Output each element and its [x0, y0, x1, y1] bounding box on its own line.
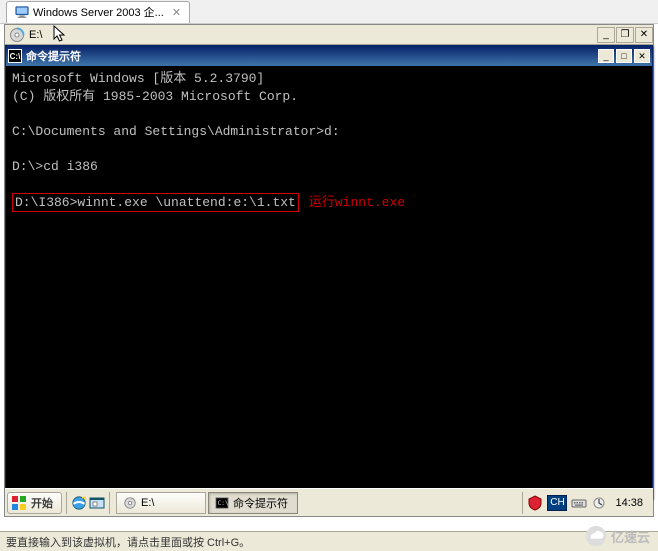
ie-icon[interactable]: [71, 495, 87, 511]
cmd-body[interactable]: Microsoft Windows [版本 5.2.3790] (C) 版权所有…: [6, 66, 652, 216]
monitor-icon: [15, 5, 29, 19]
task-cmd[interactable]: C:\ 命令提示符: [208, 492, 298, 514]
cmd-line: (C) 版权所有 1985-2003 Microsoft Corp.: [12, 89, 298, 104]
cmd-prompt: D:\I386>: [15, 195, 77, 210]
task-label: 命令提示符: [233, 495, 288, 511]
windows-logo-icon: [11, 495, 27, 511]
status-bar: 要直接输入到该虚拟机，请点击里面或按 Ctrl+G。: [0, 531, 658, 551]
close-button-back[interactable]: ✕: [635, 27, 653, 43]
task-explorer[interactable]: E:\: [116, 492, 206, 514]
restore-button-back[interactable]: ❐: [616, 27, 634, 43]
cmd-text: winnt.exe \unattend:e:\1.txt: [77, 195, 295, 210]
cmd-icon: C:\: [215, 496, 229, 510]
drive-icon: [123, 496, 137, 510]
show-desktop-icon[interactable]: [89, 495, 105, 511]
highlighted-command: D:\I386>winnt.exe \unattend:e:\1.txt: [12, 193, 299, 213]
cmd-line: Microsoft Windows [版本 5.2.3790]: [12, 71, 264, 86]
vm-tab-label: Windows Server 2003 企...: [33, 4, 164, 20]
minimize-button-back[interactable]: _: [597, 27, 615, 43]
system-tray: CH 14:38: [522, 492, 651, 514]
status-text: 要直接输入到该虚拟机，请点击里面或按 Ctrl+G。: [6, 534, 250, 550]
clock[interactable]: 14:38: [611, 497, 647, 509]
address-strip: E:\ _ ❐ ✕: [5, 25, 653, 45]
cmd-title: 命令提示符: [26, 48, 81, 64]
start-label: 开始: [31, 495, 53, 511]
cmd-icon: C:\: [8, 49, 22, 63]
cmd-titlebar[interactable]: C:\ 命令提示符 _ □ ✕: [6, 46, 652, 66]
window-controls-back: _ ❐ ✕: [596, 27, 653, 43]
drive-icon: [9, 27, 25, 43]
svg-text:C:\: C:\: [218, 499, 229, 506]
task-label: E:\: [141, 497, 154, 509]
start-button[interactable]: 开始: [7, 492, 62, 514]
cmd-window: C:\ 命令提示符 _ □ ✕ Microsoft Windows [版本 5.…: [5, 45, 653, 499]
keyboard-icon[interactable]: [571, 495, 587, 511]
tray-misc-icon[interactable]: [591, 495, 607, 511]
cursor-icon: [53, 25, 67, 43]
close-icon[interactable]: ✕: [172, 6, 181, 19]
vm-tab[interactable]: Windows Server 2003 企... ✕: [6, 1, 190, 23]
maximize-button[interactable]: □: [616, 49, 632, 63]
cmd-line: C:\Documents and Settings\Administrator>…: [12, 124, 340, 139]
cmd-line: D:\>cd i386: [12, 159, 98, 174]
guest-desktop[interactable]: E:\ _ ❐ ✕ C:\ 命令提示符 _ □ ✕ Microsoft Wind…: [4, 24, 654, 517]
watermark-text: 亿速云: [611, 527, 650, 546]
watermark-icon: [585, 525, 607, 547]
close-button[interactable]: ✕: [634, 49, 650, 63]
watermark: 亿速云: [585, 525, 650, 547]
minimize-button[interactable]: _: [598, 49, 614, 63]
annotation-text: 运行winnt.exe: [309, 195, 405, 210]
vm-tab-bar: Windows Server 2003 企... ✕: [0, 0, 658, 24]
quick-launch: [66, 492, 110, 514]
ime-indicator[interactable]: CH: [547, 495, 567, 511]
taskbar: 开始 E:\ C:\ 命令提示符 CH: [5, 488, 653, 516]
security-icon[interactable]: [527, 495, 543, 511]
